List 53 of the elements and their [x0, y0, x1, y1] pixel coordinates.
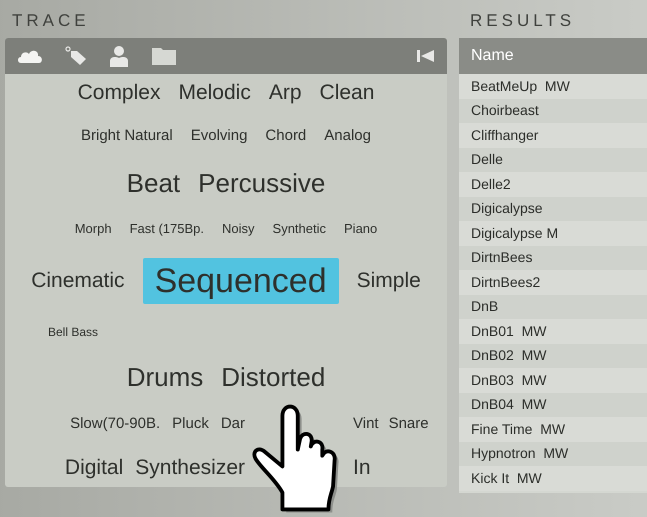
tag[interactable]: Digital [64, 454, 124, 481]
result-row[interactable]: Delle2 [459, 172, 647, 196]
tag[interactable]: Complex [78, 80, 160, 106]
tag[interactable]: Vint [353, 414, 379, 434]
tag[interactable]: Cinematic [31, 268, 125, 294]
tag[interactable]: Bright Natural [81, 127, 173, 146]
tag[interactable]: Morph [74, 220, 112, 237]
tag[interactable]: Bell Bass [48, 325, 98, 340]
result-row[interactable]: DirtnBees [459, 246, 647, 270]
tag[interactable]: Beat [126, 167, 180, 200]
result-row[interactable]: DnB01 MW [459, 319, 647, 344]
tag-icon[interactable] [65, 46, 87, 66]
result-row[interactable]: Choirbeast [459, 98, 647, 123]
tag[interactable]: Synthesizer [135, 454, 245, 481]
result-row[interactable]: BeatMeUp MW [459, 74, 647, 98]
panel-title: RESULTS [469, 10, 576, 32]
result-row[interactable]: Fine Time MW [459, 417, 647, 442]
tag[interactable]: Percussive [198, 167, 326, 200]
tag[interactable]: Snare [388, 414, 429, 434]
cloud-icon[interactable] [17, 48, 43, 64]
tag[interactable]: Synthetic [272, 220, 326, 237]
tag[interactable]: Clean [320, 80, 374, 106]
tag[interactable]: Piano [344, 220, 378, 237]
folder-icon[interactable] [151, 46, 177, 66]
tag[interactable]: Melodic [178, 80, 251, 106]
tag[interactable]: Pluck [172, 414, 209, 434]
tag[interactable]: Distorted [221, 361, 326, 394]
tag[interactable]: Evolving [190, 127, 248, 146]
result-row[interactable]: DnB [459, 294, 647, 319]
tag[interactable]: Noisy [222, 220, 255, 237]
result-row[interactable]: DirtnBees2 [459, 270, 647, 294]
user-icon[interactable] [109, 45, 129, 67]
result-row[interactable]: Cliffhanger [459, 123, 647, 148]
result-row[interactable]: Digicalypse [459, 196, 647, 221]
tag[interactable]: Slow(70-90B. [70, 414, 160, 434]
tag[interactable]: Chord [265, 127, 306, 146]
result-row[interactable]: Hypnotron MW [459, 442, 647, 466]
result-row[interactable]: DnB04 MW [459, 392, 647, 417]
tag[interactable]: Fast (175Bp. [130, 220, 204, 237]
tag[interactable]: Drums [126, 361, 204, 394]
tag[interactable]: Analog [324, 127, 371, 146]
panel-title: TRACE [11, 10, 90, 32]
tag[interactable]: In [353, 454, 371, 481]
tag[interactable]: Arp [268, 80, 302, 106]
result-row[interactable]: Delle [459, 148, 647, 172]
result-row[interactable]: DnB02 MW [459, 344, 647, 368]
tag[interactable]: Dar [220, 414, 245, 434]
tag[interactable]: Sequenced [142, 258, 339, 304]
tag[interactable]: Simple [356, 268, 421, 294]
skip-back-icon[interactable] [417, 49, 435, 63]
result-row[interactable]: Digicalypse M [459, 221, 647, 246]
result-row[interactable]: Kick It MW [459, 466, 647, 490]
result-row[interactable]: DnB03 MW [459, 368, 647, 392]
